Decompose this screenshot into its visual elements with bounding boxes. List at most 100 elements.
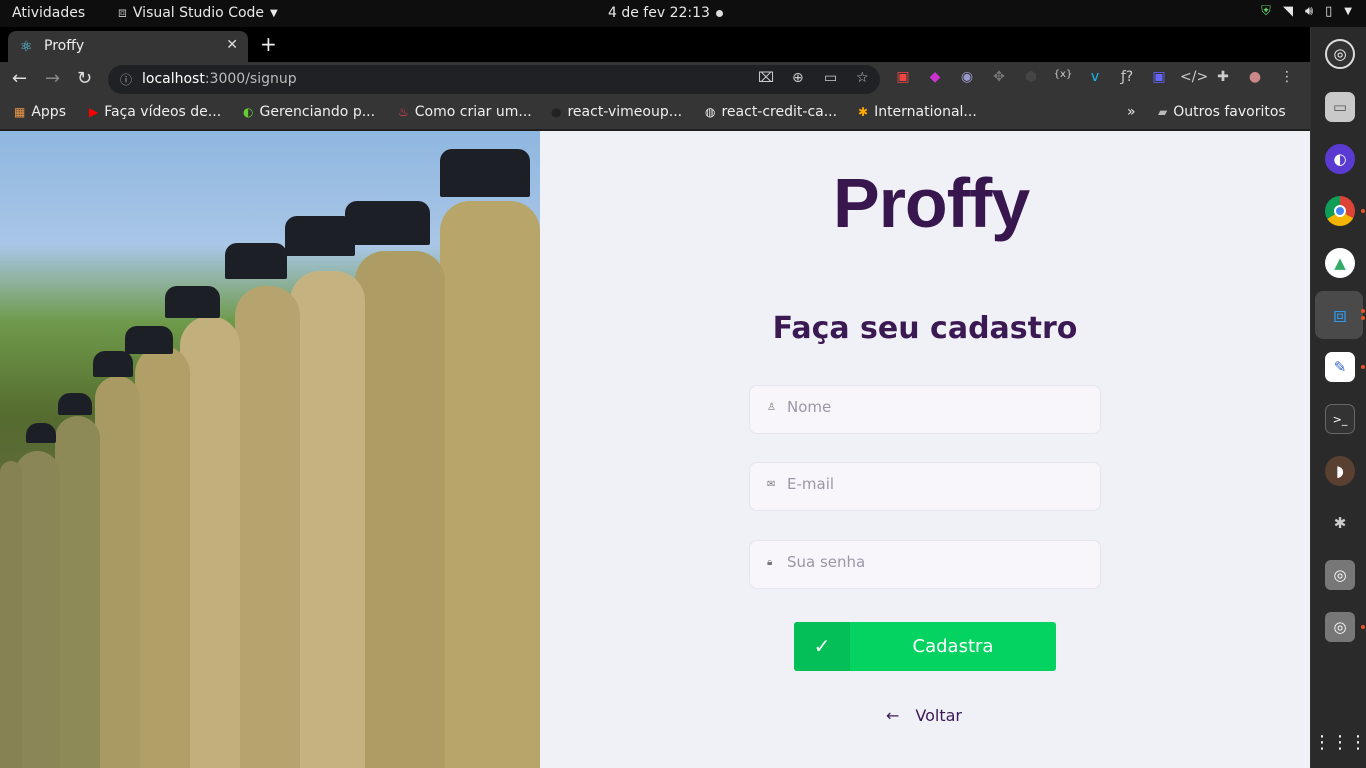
- system-top-bar: Atividades ⧈ Visual Studio Code ▼ 4 de f…: [0, 0, 1366, 27]
- info-icon[interactable]: ⓘ: [120, 71, 132, 88]
- cap: [125, 326, 173, 354]
- cap: [285, 216, 355, 256]
- cap: [93, 351, 133, 377]
- app-menu[interactable]: ⧈ Visual Studio Code ▼: [118, 5, 278, 21]
- react-icon: ⚛: [20, 39, 33, 55]
- name-field[interactable]: ♙: [749, 385, 1101, 434]
- cap: [26, 423, 56, 443]
- cap: [225, 243, 287, 279]
- back-arrow-icon[interactable]: ←: [12, 68, 27, 89]
- running-indicator: [1361, 309, 1365, 313]
- app-icon[interactable]: ◗: [1325, 456, 1355, 486]
- chrome-icon[interactable]: [1325, 196, 1355, 226]
- bookmark-label: Como criar um...: [414, 104, 532, 120]
- password-field[interactable]: 🔒︎: [749, 540, 1101, 589]
- email-field[interactable]: ✉: [749, 462, 1101, 511]
- running-indicator: [1361, 209, 1365, 213]
- vimeo-icon[interactable]: v: [1084, 69, 1106, 85]
- globe-icon: ◍: [705, 105, 716, 119]
- bookmark-apps[interactable]: ▦ Apps: [14, 104, 66, 120]
- close-icon[interactable]: ✕: [226, 37, 238, 53]
- bookmark-item[interactable]: ◐ Gerenciando p...: [243, 104, 375, 120]
- email-input[interactable]: [787, 475, 1087, 493]
- disc-icon[interactable]: ◎: [1325, 612, 1355, 642]
- volume-icon: 🔊︎: [1304, 4, 1314, 19]
- ubuntu-dock: ◎ ▭ ◐ ▲ ⧈ ✎ >_ ◗ ✱ ◎ ◎ ⋮⋮⋮: [1310, 27, 1366, 768]
- bookmark-label: Faça vídeos de...: [104, 104, 222, 120]
- bookmark-item[interactable]: ✱ International...: [858, 104, 977, 120]
- bookmark-item[interactable]: ♨ Como criar um...: [398, 104, 532, 120]
- bookmarks-bar: ▦ Apps ▶ Faça vídeos de... ◐ Gerenciando p.…: [0, 96, 1310, 130]
- password-input[interactable]: [787, 553, 1087, 571]
- bookmarks-overflow-icon[interactable]: »: [1127, 104, 1136, 120]
- browser-tab[interactable]: ⚛ Proffy ✕: [8, 31, 248, 62]
- name-input[interactable]: [787, 398, 1087, 416]
- officer-figure: [135, 346, 190, 768]
- extension-icon[interactable]: ◉: [956, 69, 978, 85]
- hero-image: [0, 131, 540, 768]
- clock[interactable]: 4 de fev 22:13: [608, 5, 710, 21]
- avatar[interactable]: ●: [1244, 69, 1266, 85]
- signup-panel: Proffy Faça seu cadastro ♙ ✉ 🔒︎ ✓ Cadast…: [540, 131, 1310, 768]
- tab-search-icon[interactable]: ▭: [824, 70, 837, 86]
- running-indicator: [1361, 625, 1365, 629]
- running-indicator: [1361, 365, 1365, 369]
- nbc-icon: ✱: [858, 105, 869, 119]
- cap: [58, 393, 92, 415]
- apps-grid-icon: ▦: [14, 105, 26, 119]
- other-bookmarks[interactable]: ▰ Outros favoritos: [1158, 104, 1286, 120]
- braces-icon[interactable]: {x}: [1052, 69, 1074, 85]
- zoom-icon[interactable]: ⊕: [792, 70, 804, 86]
- url-path: :3000/signup: [204, 71, 297, 87]
- puzzle-icon[interactable]: ✚: [1212, 69, 1234, 85]
- submit-label: Cadastra: [912, 636, 994, 657]
- forward-arrow-icon[interactable]: →: [45, 68, 60, 89]
- running-indicator: [1361, 316, 1365, 320]
- vscode-icon[interactable]: ⧈: [1325, 300, 1355, 330]
- disc-icon[interactable]: ◎: [1325, 560, 1355, 590]
- tab-strip: ⚛ Proffy ✕ +: [0, 27, 1310, 62]
- show-apps-grid-icon[interactable]: ⋮⋮⋮: [1313, 727, 1366, 757]
- tab-title: Proffy: [44, 38, 85, 54]
- extension-icon[interactable]: ▣: [892, 69, 914, 85]
- bookmark-star-icon[interactable]: ☆: [856, 70, 869, 86]
- terminal-icon[interactable]: >_: [1325, 404, 1355, 434]
- move-icon[interactable]: ✥: [988, 69, 1010, 85]
- vscode-icon: ⧈: [118, 5, 127, 21]
- code-icon[interactable]: </>: [1180, 69, 1208, 85]
- translate-icon[interactable]: ⌧: [758, 70, 774, 86]
- mail-icon: ✉: [767, 479, 776, 490]
- bookmark-label: Apps: [31, 104, 66, 120]
- bookmark-item[interactable]: ▶ Faça vídeos de...: [89, 104, 221, 120]
- user-icon: ♙: [767, 402, 776, 413]
- gimp-icon[interactable]: ✱: [1325, 508, 1355, 538]
- page-title: Faça seu cadastro: [772, 311, 1078, 346]
- officer-figure: [0, 461, 22, 768]
- address-bar[interactable]: ⓘ localhost:3000/signup ⌧ ⊕ ▭ ☆: [108, 65, 880, 94]
- text-editor-icon[interactable]: ✎: [1325, 352, 1355, 382]
- folder-icon: ▰: [1158, 105, 1168, 119]
- menu-dots-icon[interactable]: ⋮: [1276, 69, 1298, 85]
- officer-figure: [55, 416, 100, 768]
- extension-icon[interactable]: ⬢: [1020, 69, 1042, 85]
- submit-button[interactable]: ✓ Cadastra: [794, 622, 1056, 671]
- shield-icon: ⛨: [1261, 4, 1271, 19]
- system-tray[interactable]: ⛨ ◥ 🔊︎ ▯ ▼: [1261, 4, 1352, 19]
- firefox-icon[interactable]: ◐: [1325, 144, 1355, 174]
- back-link[interactable]: ← Voltar: [886, 706, 962, 725]
- reload-icon[interactable]: ↻: [77, 68, 92, 89]
- bookmark-label: International...: [874, 104, 977, 120]
- other-bookmarks-label: Outros favoritos: [1173, 104, 1286, 120]
- activities-button[interactable]: Atividades: [12, 5, 85, 21]
- bookmark-item[interactable]: ● react-vimeoup...: [551, 104, 682, 120]
- youtube-icon: ▶: [89, 105, 99, 119]
- obs-icon[interactable]: ◎: [1325, 39, 1355, 69]
- extension-icon[interactable]: ▣: [1148, 69, 1170, 85]
- new-tab-button[interactable]: +: [260, 32, 277, 56]
- app-icon[interactable]: ▲: [1325, 248, 1355, 278]
- bookmark-item[interactable]: ◍ react-credit-ca...: [705, 104, 837, 120]
- files-icon[interactable]: ▭: [1325, 92, 1355, 122]
- app-name: Visual Studio Code: [132, 5, 265, 21]
- color-wheel-icon[interactable]: ◆: [924, 69, 946, 85]
- function-icon[interactable]: ƒ?: [1116, 69, 1138, 85]
